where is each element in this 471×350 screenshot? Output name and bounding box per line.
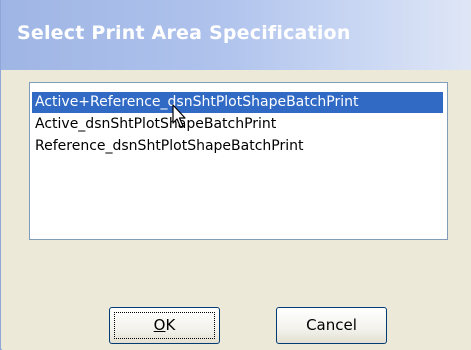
dialog-body: Active+Reference_dsnShtPlotShapeBatchPri…	[2, 70, 471, 350]
ok-button-label: K	[165, 316, 176, 334]
list-item[interactable]: Reference_dsnShtPlotShapeBatchPrint	[32, 136, 443, 157]
title-bar[interactable]: Select Print Area Specification	[1, 0, 471, 70]
ok-button[interactable]: OK	[109, 307, 220, 344]
print-area-listbox[interactable]: Active+Reference_dsnShtPlotShapeBatchPri…	[29, 82, 448, 240]
arrow-cursor-icon	[172, 104, 186, 128]
cancel-button[interactable]: Cancel	[276, 307, 387, 344]
cancel-button-label: Cancel	[306, 316, 357, 334]
ok-button-mnemonic: O	[153, 316, 166, 334]
list-item[interactable]: Active_dsnShtPlotShapeBatchPrint	[32, 114, 443, 135]
dialog-window: Select Print Area Specification Active+R…	[0, 0, 471, 350]
list-item[interactable]: Active+Reference_dsnShtPlotShapeBatchPri…	[32, 92, 443, 113]
dialog-title: Select Print Area Specification	[17, 22, 351, 44]
